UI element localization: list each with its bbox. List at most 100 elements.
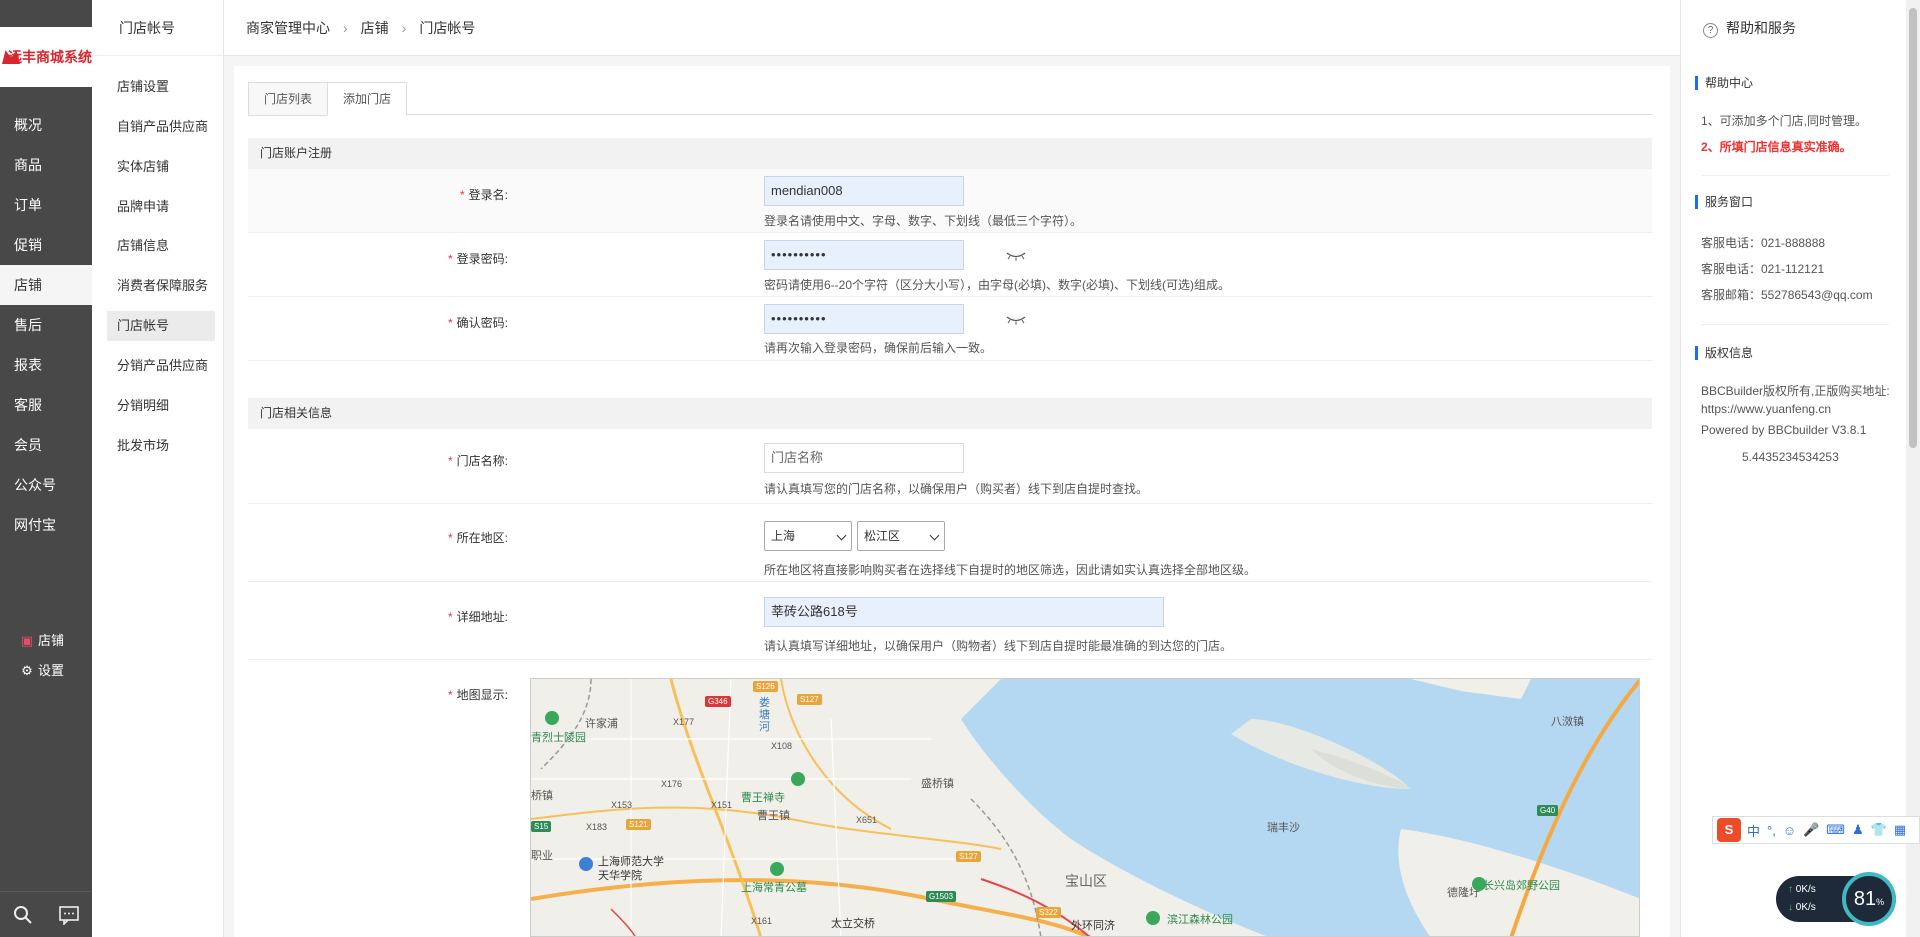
place-label: 曹王镇	[757, 810, 790, 822]
road-shield: G1503	[926, 891, 957, 902]
row-login-name: * 登录名: mendian008 登录名请使用中文、字母、数字、下划线（最低三个…	[248, 169, 1652, 233]
map-view[interactable]: G346 S126 S127 X177 X108 X176 X153 X151 …	[530, 678, 1640, 937]
ime-chinese-mode[interactable]: 中	[1747, 821, 1760, 840]
place-label: 许家浦	[585, 718, 618, 730]
confirm-password-input[interactable]: ••••••••••	[764, 304, 964, 334]
login-name-input[interactable]: mendian008	[764, 176, 964, 206]
nav-shortcut-settings-label: 设置	[38, 663, 65, 678]
microphone-icon[interactable]: 🎤	[1803, 822, 1819, 838]
scrollbar[interactable]	[1906, 0, 1920, 937]
sub-item-physical-store[interactable]: 实体店铺	[107, 152, 215, 182]
road-label: X151	[711, 800, 733, 810]
store-name-label-text: 门店名称:	[456, 454, 508, 468]
sogou-ime-icon[interactable]: S	[1717, 818, 1741, 842]
chevron-right-icon: ›	[343, 19, 348, 36]
poi-label: 青烈士陵园	[531, 732, 586, 744]
road-shield: S322	[1036, 907, 1061, 918]
road-label: X153	[611, 800, 633, 810]
nav-item-orders[interactable]: 订单	[0, 185, 92, 225]
nav-item-store[interactable]: 店铺	[0, 265, 92, 305]
nav-item-reports[interactable]: 报表	[0, 345, 92, 385]
address-label-text: 详细地址:	[456, 610, 508, 624]
nav-item-overview[interactable]: 概况	[0, 105, 92, 145]
nav-item-service[interactable]: 客服	[0, 385, 92, 425]
copyright-line: BBCBuilder版权所有,正版购买地址:	[1701, 384, 1890, 398]
user-icon[interactable]: ♟	[1852, 822, 1864, 838]
breadcrumb: 商家管理中心 › 店铺 › 门店帐号	[224, 0, 1680, 56]
password-label-text: 登录密码:	[456, 252, 508, 266]
nav-item-aftersale[interactable]: 售后	[0, 305, 92, 345]
poi-label: 滨江森林公园	[1167, 914, 1233, 926]
road-label: X177	[673, 717, 695, 727]
nav-item-wangfubao[interactable]: 网付宝	[0, 505, 92, 545]
sub-item-own-supplier[interactable]: 自销产品供应商	[107, 112, 215, 142]
address-input[interactable]: 莘砖公路618号	[764, 597, 1164, 627]
eye-closed-icon[interactable]	[1005, 251, 1027, 261]
scrollbar-thumb[interactable]	[1909, 8, 1917, 448]
store-icon: ▣	[20, 633, 34, 648]
breadcrumb-item[interactable]: 店铺	[361, 18, 389, 38]
nav-shortcut-store[interactable]: ▣ 店铺	[0, 627, 92, 655]
nav-shortcut-settings[interactable]: ⚙ 设置	[0, 657, 92, 685]
search-icon[interactable]	[0, 892, 46, 937]
ime-toolbar: S 中 °, ☺ 🎤 ⌨ ♟ 👕 ▦	[1712, 816, 1920, 844]
breadcrumb-current: 门店帐号	[419, 19, 476, 36]
road-label: X176	[661, 779, 683, 789]
nav-item-members[interactable]: 会员	[0, 425, 92, 465]
logo[interactable]: 远丰商城系统	[0, 27, 92, 87]
map-pin-icon	[1146, 911, 1160, 925]
store-name-input[interactable]: 门店名称	[764, 443, 964, 473]
sub-menu: 门店帐号 店铺设置 自销产品供应商 实体店铺 品牌申请 店铺信息 消费者保障服务…	[92, 0, 224, 937]
sub-item-wholesale[interactable]: 批发市场	[107, 431, 215, 461]
nav-item-promotion[interactable]: 促销	[0, 225, 92, 265]
sub-item-brand-apply[interactable]: 品牌申请	[107, 192, 215, 222]
sub-item-dist-supplier[interactable]: 分销产品供应商	[107, 351, 215, 381]
network-speed-widget[interactable]: ↑ 0K/s ↓ 0K/s 81%	[1776, 872, 1896, 926]
grid-icon[interactable]: ▦	[1894, 822, 1906, 838]
road-label: X183	[586, 822, 608, 832]
nav-item-goods[interactable]: 商品	[0, 145, 92, 185]
place-label: 盛桥镇	[921, 778, 954, 790]
sub-item-store-settings[interactable]: 店铺设置	[107, 72, 215, 102]
tab-store-list[interactable]: 门店列表	[248, 82, 329, 116]
district-select[interactable]: 松江区	[857, 521, 945, 551]
message-icon[interactable]	[46, 892, 92, 937]
tab-bar: 门店列表 添加门店	[248, 82, 1652, 116]
sub-item-consumer-protection[interactable]: 消费者保障服务	[107, 271, 215, 301]
sub-item-store-info[interactable]: 店铺信息	[107, 231, 215, 261]
upload-speed-value: 0K/s	[1795, 884, 1816, 895]
keyboard-icon[interactable]: ⌨	[1826, 822, 1845, 838]
map-pin-icon	[545, 711, 559, 725]
sub-item-dist-detail[interactable]: 分销明细	[107, 391, 215, 421]
download-speed: ↓ 0K/s	[1788, 902, 1816, 913]
help-divider	[1701, 324, 1889, 325]
emoji-icon[interactable]: ☺	[1783, 823, 1796, 838]
road-shield: S127	[956, 851, 981, 862]
province-select[interactable]: 上海	[764, 521, 852, 551]
tab-add-store[interactable]: 添加门店	[327, 82, 408, 116]
copyright-link[interactable]: https://www.yuanfeng.cn	[1701, 402, 1831, 416]
row-store-name: * 门店名称: 门店名称 请认真填写您的门店名称，以确保用户（购买者）线下到店自提…	[248, 429, 1652, 504]
ime-punctuation[interactable]: °,	[1767, 823, 1776, 838]
sub-menu-title: 门店帐号	[92, 0, 223, 56]
help-center-title: 帮助中心	[1695, 76, 1905, 90]
eye-closed-icon[interactable]	[1005, 315, 1027, 325]
row-password: * 登录密码: •••••••••• 密码请使用6--20个字符（区分大小写），由…	[248, 233, 1652, 297]
password-label: * 登录密码:	[447, 252, 508, 266]
service-window-title: 服务窗口	[1695, 195, 1905, 209]
skin-icon[interactable]: 👕	[1871, 822, 1887, 838]
copyright-powered: Powered by BBCbuilder V3.8.1	[1701, 423, 1867, 437]
password-input[interactable]: ••••••••••	[764, 240, 964, 270]
section-info-title: 门店相关信息	[248, 398, 1652, 429]
road-label: X651	[856, 815, 878, 825]
nav-item-official-account[interactable]: 公众号	[0, 465, 92, 505]
map-pin-icon	[770, 862, 784, 876]
road-shield: S15	[531, 821, 552, 832]
breadcrumb-item[interactable]: 商家管理中心	[246, 18, 330, 38]
question-icon: ?	[1703, 23, 1718, 38]
map-label-text: 地图显示:	[456, 688, 508, 702]
region-label: * 所在地区:	[447, 531, 508, 545]
sub-item-store-account[interactable]: 门店帐号	[107, 311, 215, 341]
poi-label: 上海常青公墓	[741, 882, 807, 894]
place-label: 瑞丰沙	[1267, 822, 1300, 834]
